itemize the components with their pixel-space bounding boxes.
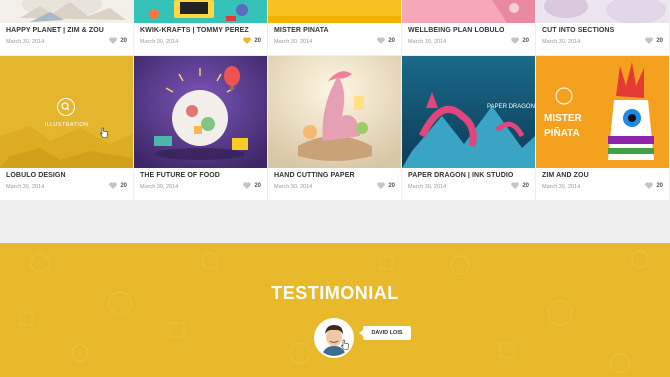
item-title[interactable]: ZIM AND ZOU [542, 172, 665, 179]
thumbnail-paper-dragon[interactable]: PAPER DRAGON [402, 56, 535, 168]
thumbnail-wellbeing-plan[interactable] [402, 0, 535, 23]
section-title: TESTIMONIAL [271, 283, 399, 303]
item-title[interactable]: HAPPY PLANET | ZIM & ZOU [6, 27, 129, 34]
heart-icon [511, 37, 520, 44]
like-button[interactable]: 20 [377, 182, 395, 189]
portfolio-item[interactable]: CUT INTO SECTIONS March 30, 2014 20 [536, 0, 669, 55]
hand-cursor-icon [100, 127, 108, 138]
thumbnail-text: PAPER DRAGON [487, 104, 535, 110]
like-button[interactable]: 20 [109, 182, 127, 189]
item-date: March 30, 2014 [408, 184, 447, 190]
portfolio-item[interactable]: WELLBEING PLAN LOBULO March 30, 2014 20 [402, 0, 535, 55]
like-button[interactable]: 20 [243, 182, 261, 189]
avatar[interactable] [316, 320, 352, 356]
like-count: 20 [388, 37, 395, 44]
like-count: 20 [522, 182, 529, 189]
item-date: March 30, 2014 [140, 184, 179, 190]
thumbnail-text: PIÑATA [544, 126, 580, 139]
item-title[interactable]: HAND CUTTING PAPER [274, 172, 397, 179]
thumbnail-zim-and-zou[interactable]: MISTER PIÑATA [536, 56, 669, 168]
item-title[interactable]: KWIK-KRAFTS | TOMMY PEREZ [140, 27, 263, 34]
portfolio-item[interactable]: THE FUTURE OF FOOD March 30, 2014 20 [134, 56, 267, 200]
like-button[interactable]: 20 [645, 37, 663, 44]
thumbnail-cut-into-sections[interactable] [536, 0, 669, 23]
item-title[interactable]: WELLBEING PLAN LOBULO [408, 27, 531, 34]
like-count: 20 [656, 37, 663, 44]
portfolio-item[interactable]: KWIK-KRAFTS | TOMMY PEREZ March 30, 2014… [134, 0, 267, 55]
like-count: 20 [254, 182, 261, 189]
heart-icon [377, 182, 386, 189]
search-icon[interactable] [57, 98, 75, 116]
thumbnail-mister-pinata[interactable] [268, 0, 401, 23]
item-title[interactable]: LOBULO DESIGN [6, 172, 129, 179]
heart-icon [243, 182, 252, 189]
item-date: March 30, 2014 [274, 184, 313, 190]
like-button[interactable]: 20 [511, 182, 529, 189]
portfolio-item[interactable]: HAPPY PLANET | ZIM & ZOU March 30, 2014 … [0, 0, 133, 55]
item-date: March 30, 2014 [408, 39, 447, 45]
like-count: 20 [388, 182, 395, 189]
thumbnail-lobulo-design[interactable]: ILLUSTRATION [0, 56, 133, 168]
item-date: March 30, 2014 [140, 39, 179, 45]
portfolio-item[interactable]: MISTER PIÑATA ZIM AND ZOU March 30, 2014… [536, 56, 669, 200]
item-date: March 30, 2014 [6, 39, 45, 45]
thumbnail-future-of-food[interactable] [134, 56, 267, 168]
like-count: 20 [254, 37, 261, 44]
portfolio-item[interactable]: PAPER DRAGON PAPER DRAGON | INK STUDIO M… [402, 56, 535, 200]
author-name: DAVID LOIS [359, 326, 411, 340]
thumbnail-kwik-krafts[interactable] [134, 0, 267, 23]
pattern-background [19, 250, 649, 373]
like-count: 20 [522, 37, 529, 44]
like-button[interactable]: 20 [511, 37, 529, 44]
item-title[interactable]: CUT INTO SECTIONS [542, 27, 665, 34]
item-title[interactable]: THE FUTURE OF FOOD [140, 172, 263, 179]
item-date: March 30, 2014 [542, 184, 581, 190]
portfolio-item[interactable]: HAND CUTTING PAPER March 30, 2014 20 [268, 56, 401, 200]
category-label: ILLUSTRATION [44, 122, 89, 128]
portfolio-item[interactable]: ILLUSTRATION LOBULO DESIGN March 30, 201… [0, 56, 133, 200]
thumbnail-text: MISTER [544, 113, 583, 124]
item-title[interactable]: MISTER PIÑATA [274, 27, 397, 34]
like-count: 20 [656, 182, 663, 189]
heart-icon [511, 182, 520, 189]
thumbnail-hand-cutting-paper[interactable] [268, 56, 401, 168]
thumbnail-happy-planet[interactable] [0, 0, 133, 23]
heart-icon [109, 37, 118, 44]
heart-icon [645, 182, 654, 189]
like-count: 20 [120, 37, 127, 44]
heart-icon [243, 37, 252, 44]
item-date: March 30, 2014 [542, 39, 581, 45]
heart-icon [109, 182, 118, 189]
like-count: 20 [120, 182, 127, 189]
like-button[interactable]: 20 [109, 37, 127, 44]
item-date: March 30, 2014 [6, 184, 45, 190]
item-title[interactable]: PAPER DRAGON | INK STUDIO [408, 172, 531, 179]
hand-cursor-icon [341, 339, 349, 350]
heart-icon [645, 37, 654, 44]
like-button[interactable]: 20 [377, 37, 395, 44]
portfolio-item[interactable]: MISTER PIÑATA March 30, 2014 20 [268, 0, 401, 55]
like-button[interactable]: 20 [243, 37, 261, 44]
like-button[interactable]: 20 [645, 182, 663, 189]
item-date: March 30, 2014 [274, 39, 313, 45]
testimonial-section: TESTIMONIAL DAVID LOIS [0, 243, 670, 377]
heart-icon [377, 37, 386, 44]
